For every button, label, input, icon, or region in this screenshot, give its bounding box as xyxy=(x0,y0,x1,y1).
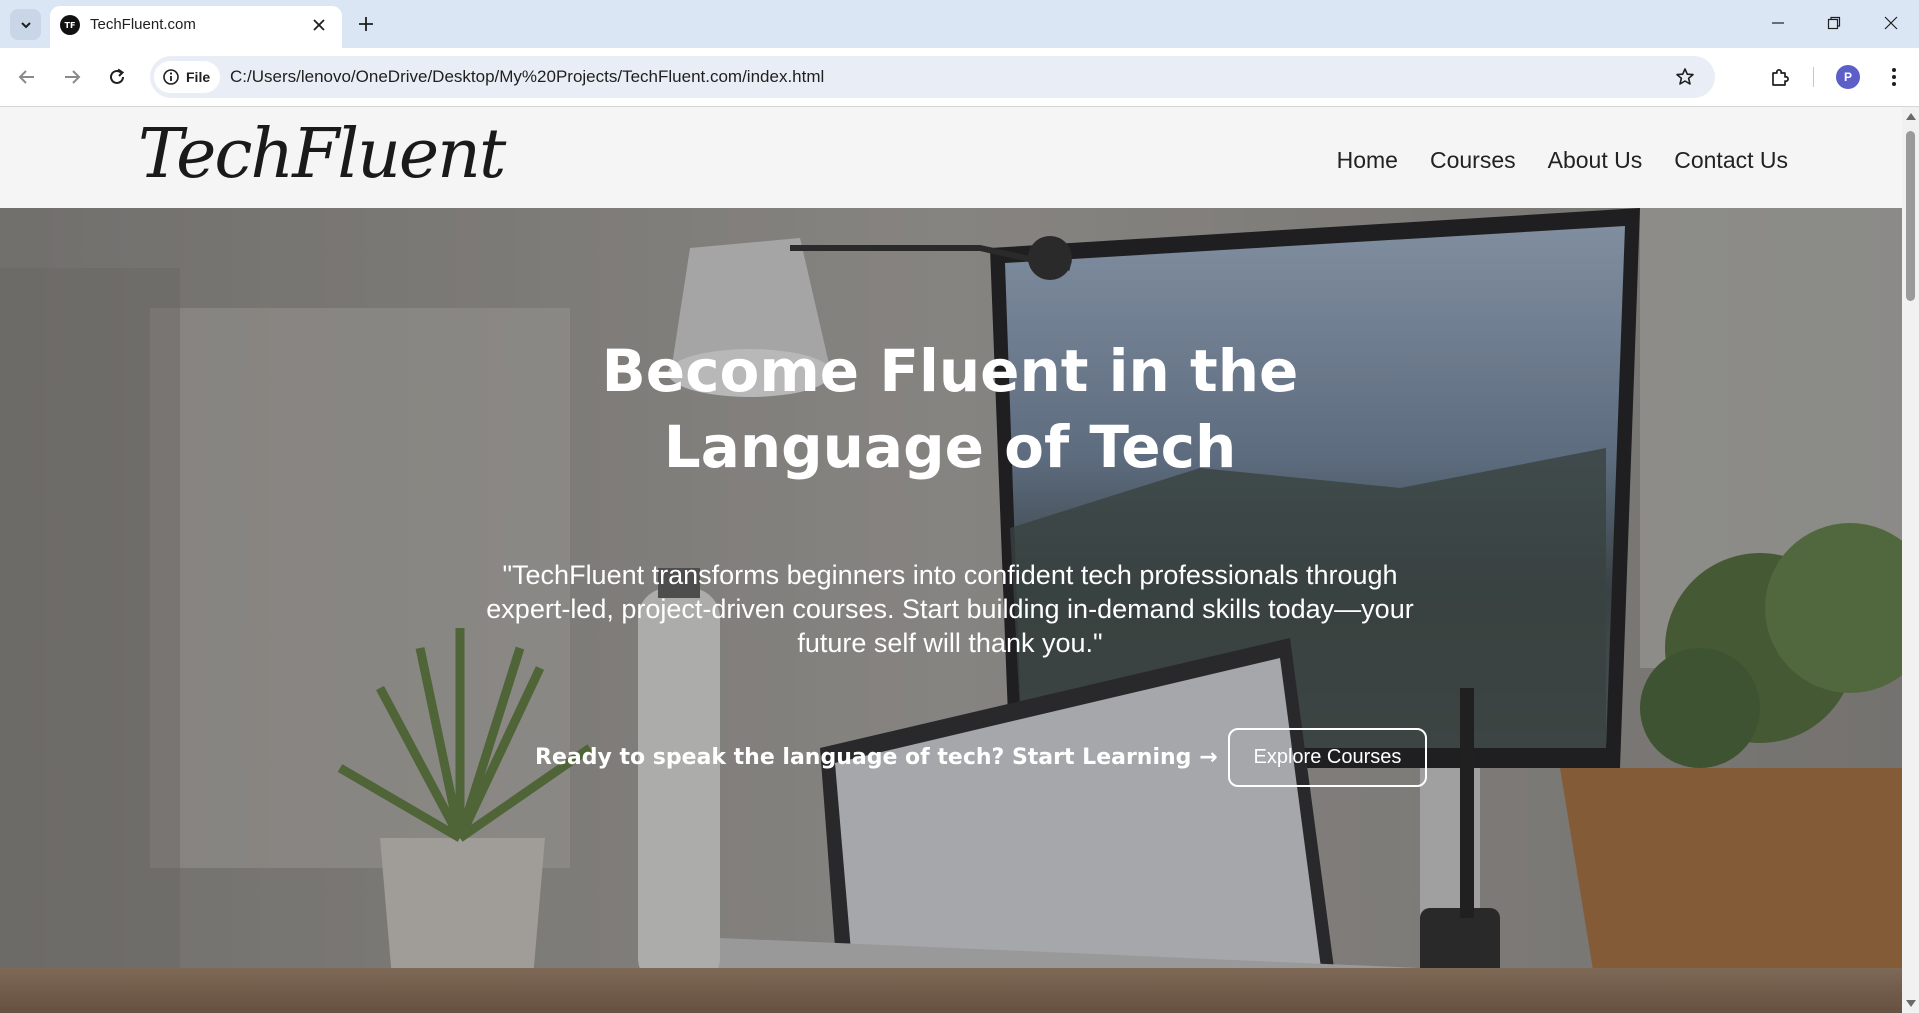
menu-button[interactable] xyxy=(1877,60,1911,94)
reload-icon xyxy=(110,68,125,84)
hero-title: Become Fluent in the Language of Tech xyxy=(450,333,1450,485)
close-icon xyxy=(313,19,325,31)
bookmark-button[interactable] xyxy=(1669,61,1701,93)
browser-tab[interactable]: TF TechFluent.com xyxy=(50,6,342,48)
puzzle-icon xyxy=(1772,69,1789,86)
arrow-left-icon xyxy=(18,70,34,84)
more-vertical-icon xyxy=(1892,68,1896,86)
nav-link-contact-us[interactable]: Contact Us xyxy=(1674,147,1788,174)
hero-section: Become Fluent in the Language of Tech "T… xyxy=(0,208,1902,1013)
restore-icon xyxy=(1827,16,1841,30)
avatar: P xyxy=(1836,65,1860,89)
star-icon xyxy=(1676,68,1694,85)
scroll-thumb[interactable] xyxy=(1906,131,1915,301)
minimize-button[interactable] xyxy=(1750,0,1806,46)
close-window-button[interactable] xyxy=(1863,0,1919,46)
scroll-down-icon[interactable] xyxy=(1906,1000,1916,1007)
favicon-icon: TF xyxy=(60,15,80,35)
cta-row: Ready to speak the language of tech? Sta… xyxy=(535,728,1428,787)
extensions-button[interactable] xyxy=(1764,60,1798,94)
plus-icon xyxy=(359,17,373,31)
tab-close-button[interactable] xyxy=(308,14,330,36)
nav-link-home[interactable]: Home xyxy=(1337,147,1398,174)
page-viewport: TechFluent Home Courses About Us Contact… xyxy=(0,107,1902,1013)
browser-toolbar: File C:/Users/lenovo/OneDrive/Desktop/My… xyxy=(0,48,1919,107)
site-logo[interactable]: TechFluent xyxy=(138,115,506,194)
profile-button[interactable]: P xyxy=(1831,60,1865,94)
hero-title-line-2: Language of Tech xyxy=(663,413,1237,481)
reload-button[interactable] xyxy=(101,61,133,93)
site-info-label: File xyxy=(186,69,211,85)
arrow-right-icon xyxy=(65,70,81,84)
chevron-down-icon xyxy=(20,21,31,28)
nav-link-about-us[interactable]: About Us xyxy=(1548,147,1643,174)
cta-text: Ready to speak the language of tech? Sta… xyxy=(535,745,1218,770)
explore-courses-button[interactable]: Explore Courses xyxy=(1227,728,1428,787)
nav-link-courses[interactable]: Courses xyxy=(1430,147,1516,174)
toolbar-divider xyxy=(1813,67,1814,87)
tab-title: TechFluent.com xyxy=(90,16,196,33)
new-tab-button[interactable] xyxy=(352,10,380,38)
restore-button[interactable] xyxy=(1806,0,1862,46)
address-bar[interactable]: File C:/Users/lenovo/OneDrive/Desktop/My… xyxy=(150,56,1715,98)
tab-search-button[interactable] xyxy=(10,9,41,40)
forward-button[interactable] xyxy=(56,61,88,93)
back-button[interactable] xyxy=(11,61,43,93)
close-icon xyxy=(1884,16,1898,30)
minimize-icon xyxy=(1772,22,1784,24)
main-nav: Home Courses About Us Contact Us xyxy=(1337,147,1788,174)
site-info-chip[interactable]: File xyxy=(154,61,221,93)
url-text[interactable]: C:/Users/lenovo/OneDrive/Desktop/My%20Pr… xyxy=(230,67,824,87)
hero-tagline: "TechFluent transforms beginners into co… xyxy=(486,560,1414,658)
page-scrollbar[interactable] xyxy=(1902,107,1919,1013)
site-header: TechFluent Home Courses About Us Contact… xyxy=(0,107,1902,208)
scroll-up-icon[interactable] xyxy=(1906,113,1916,120)
hero-title-line-1: Become Fluent in the xyxy=(601,337,1299,405)
info-icon xyxy=(163,69,179,85)
tab-strip: TF TechFluent.com xyxy=(0,0,1919,48)
